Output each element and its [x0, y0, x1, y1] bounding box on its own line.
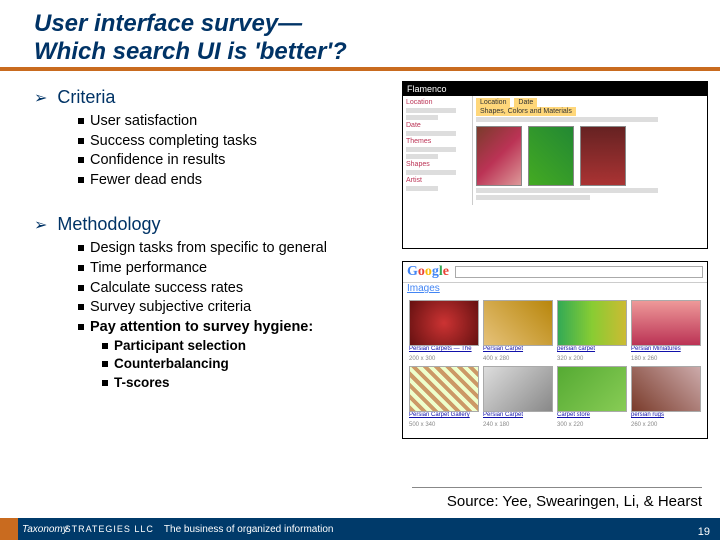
- facet-tab: Date: [514, 98, 537, 107]
- image-result: persian rugs260 x 200: [631, 366, 701, 428]
- list-item: Fewer dead ends: [78, 171, 394, 191]
- flamenco-sidebar: Location Date Themes Shapes Artist: [403, 96, 473, 205]
- facet-label: Date: [406, 122, 469, 129]
- result-thumbnail: [580, 126, 626, 186]
- facet-label: Themes: [406, 138, 469, 145]
- text-column: ➢ Criteria User satisfaction Success com…: [34, 81, 394, 451]
- image-result: Carpet store300 x 220: [557, 366, 627, 428]
- list-item: User satisfaction: [78, 112, 394, 132]
- criteria-heading: ➢ Criteria: [34, 87, 394, 108]
- list-item: Time performance: [78, 259, 394, 279]
- facet-label: Location: [406, 99, 469, 106]
- chevron-right-icon: ➢: [34, 88, 47, 108]
- image-result: Persian Miniatures180 x 260: [631, 300, 701, 362]
- source-divider: [412, 487, 702, 488]
- methodology-list: Design tasks from specific to general Ti…: [78, 239, 394, 337]
- source-citation: Source: Yee, Swearingen, Li, & Hearst: [447, 493, 702, 510]
- page-number: 19: [698, 526, 710, 538]
- facet-tab: Location: [476, 98, 510, 107]
- result-thumbnail: [476, 126, 522, 186]
- image-result: Persian Carpet240 x 180: [483, 366, 553, 428]
- footer-tagline: The business of organized information: [164, 524, 334, 535]
- methodology-heading-label: Methodology: [57, 214, 160, 235]
- title-line-1: User interface survey—: [34, 10, 302, 37]
- criteria-heading-label: Criteria: [57, 87, 115, 108]
- flamenco-results: Location Date Shapes, Colors and Materia…: [473, 96, 707, 205]
- flamenco-titlebar: Flamenco: [403, 82, 707, 96]
- facet-label: Artist: [406, 177, 469, 184]
- title-line-2: Which search UI is 'better'?: [34, 38, 347, 65]
- list-item: Survey subjective criteria: [78, 298, 394, 318]
- list-item: Participant selection: [102, 337, 394, 355]
- methodology-heading: ➢ Methodology: [34, 214, 394, 235]
- image-result: Persian Carpet400 x 280: [483, 300, 553, 362]
- list-item: Success completing tasks: [78, 132, 394, 152]
- slide-title: User interface survey— Which search UI i…: [0, 0, 720, 65]
- footer-accent-icon: [0, 518, 18, 540]
- footer-brand-italic: Taxonomy: [22, 524, 68, 535]
- facet-tab: Shapes, Colors and Materials: [476, 107, 576, 116]
- image-result: Persian Carpet Gallery500 x 340: [409, 366, 479, 428]
- list-item: Pay attention to survey hygiene:: [78, 318, 394, 338]
- image-results-grid: Persian Carpets — The200 x 300 Persian C…: [403, 294, 707, 434]
- flamenco-screenshot: Flamenco Location Date Themes Shapes Art…: [402, 81, 708, 249]
- image-result: Persian Carpets — The200 x 300: [409, 300, 479, 362]
- list-item: Design tasks from specific to general: [78, 239, 394, 259]
- image-result: persian carpet320 x 200: [557, 300, 627, 362]
- slide-footer: Taxonomy STRATEGIES LLC The business of …: [0, 518, 720, 540]
- chevron-right-icon: ➢: [34, 215, 47, 235]
- list-item: T-scores: [102, 374, 394, 392]
- screenshots-column: Flamenco Location Date Themes Shapes Art…: [394, 81, 708, 451]
- methodology-sublist: Participant selection Counterbalancing T…: [102, 337, 394, 392]
- list-item: Counterbalancing: [102, 355, 394, 373]
- result-thumbnail: [528, 126, 574, 186]
- google-logo: Google: [407, 264, 449, 280]
- criteria-list: User satisfaction Success completing tas…: [78, 112, 394, 190]
- facet-label: Shapes: [406, 161, 469, 168]
- google-images-screenshot: Google Images Persian Carpets — The200 x…: [402, 261, 708, 439]
- list-item: Calculate success rates: [78, 279, 394, 299]
- footer-brand-caps: STRATEGIES LLC: [65, 524, 154, 534]
- search-input: [455, 266, 703, 278]
- images-tab-label: Images: [403, 283, 707, 294]
- list-item: Confidence in results: [78, 151, 394, 171]
